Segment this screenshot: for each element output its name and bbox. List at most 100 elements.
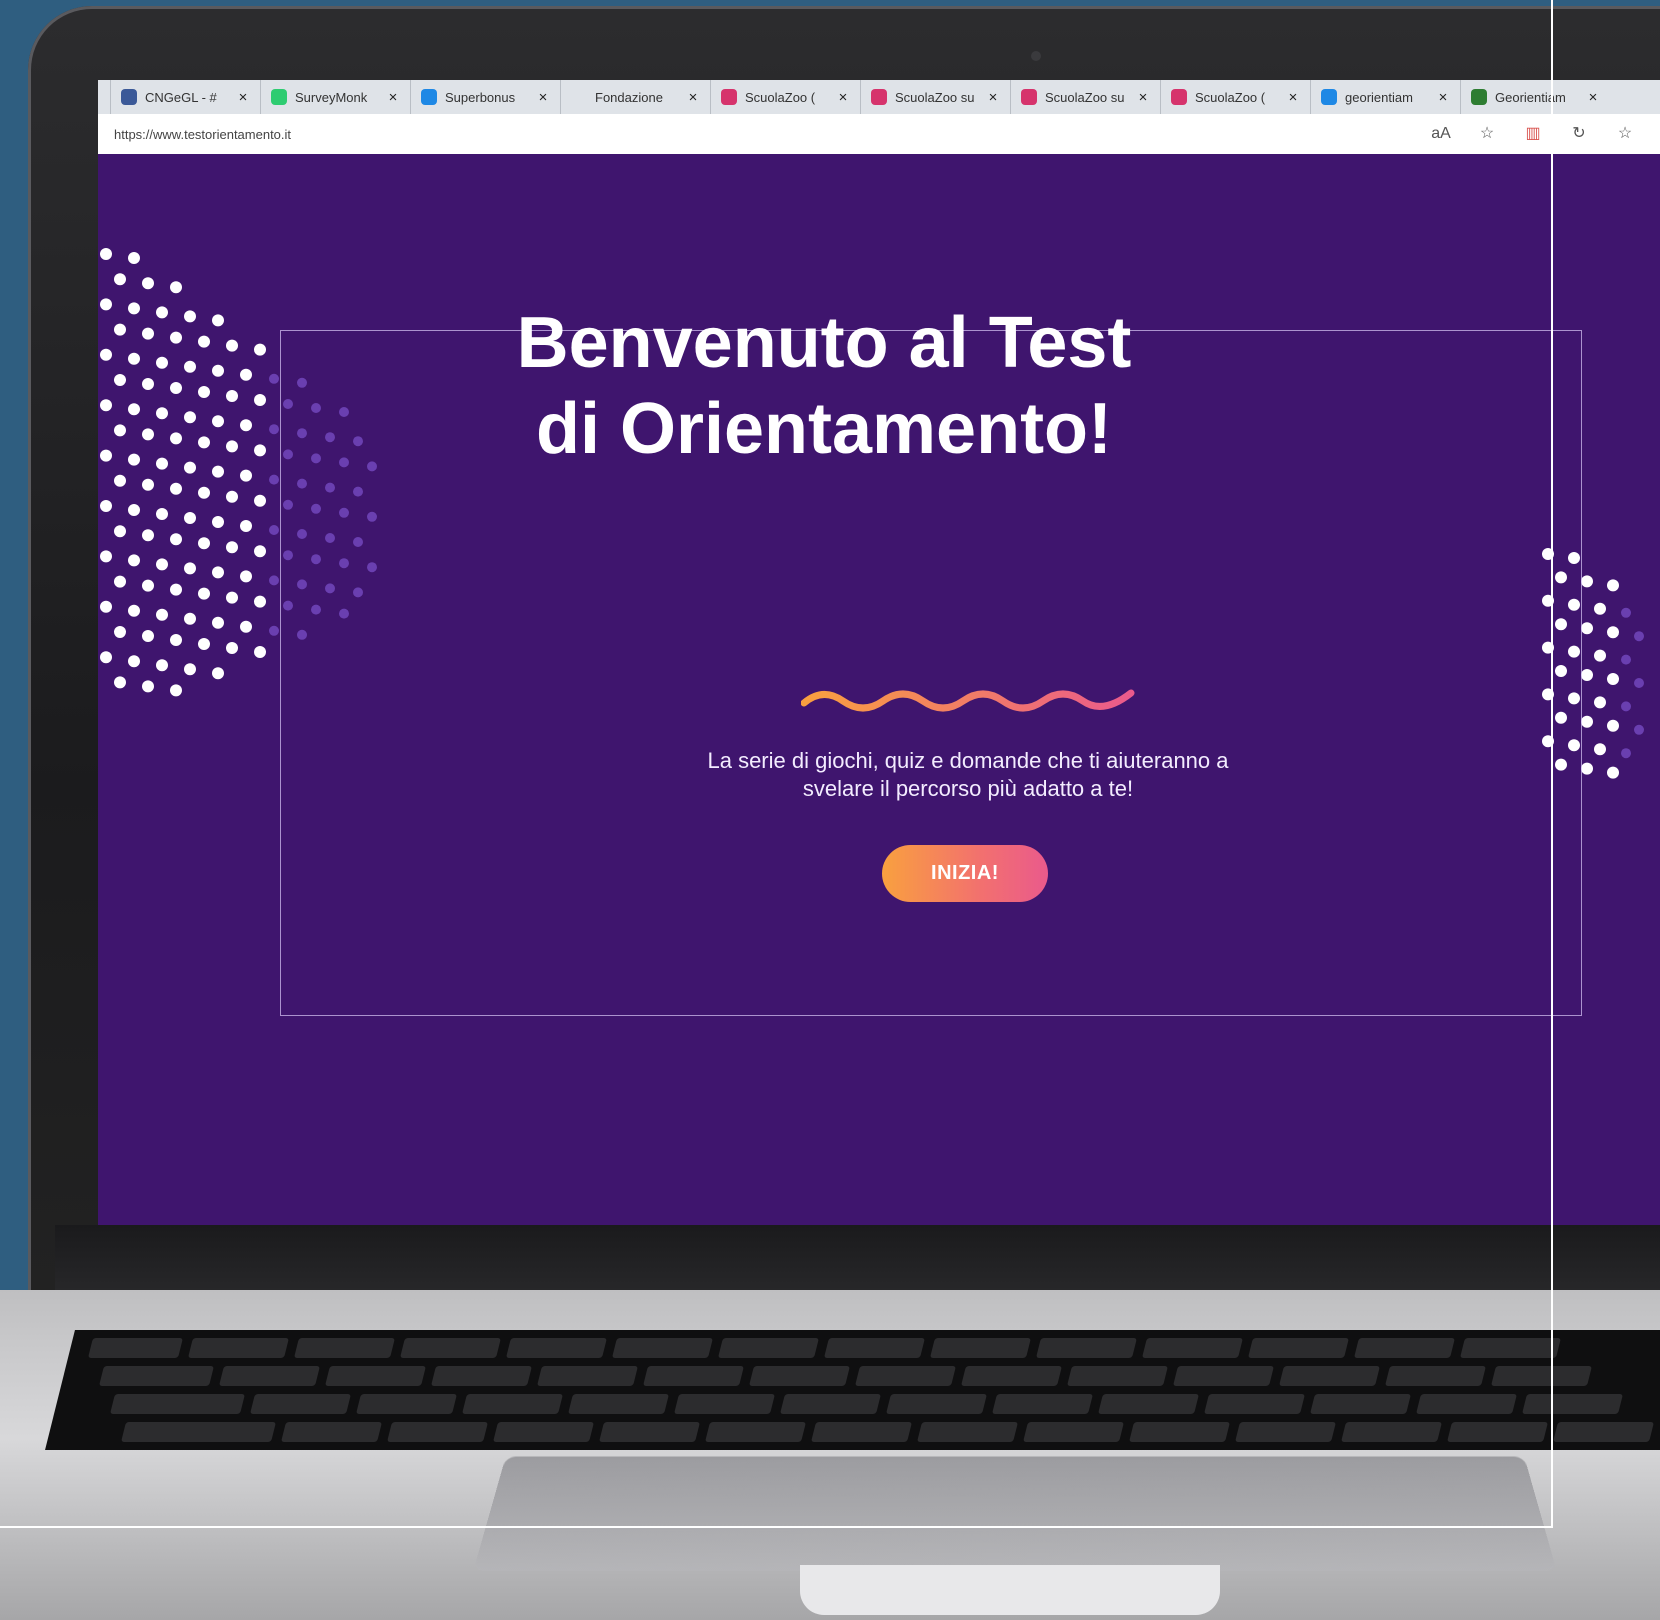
tab-title: ScuolaZoo (	[745, 89, 816, 105]
keyboard-key	[493, 1422, 595, 1442]
keyboard-key	[917, 1422, 1019, 1442]
keyboard-key	[281, 1422, 383, 1442]
decor-dot	[226, 642, 238, 654]
browser-tab[interactable]: ScuolaZoo su ×	[860, 80, 1010, 114]
keyboard-key	[611, 1338, 713, 1358]
instagram-icon	[871, 89, 887, 105]
browser-tab[interactable]: Fondazione ×	[560, 80, 710, 114]
subtitle-line-2: svelare il percorso più adatto a te!	[802, 776, 1134, 801]
keyboard-key	[674, 1394, 776, 1414]
decor-dot	[212, 616, 224, 629]
browser-tab[interactable]: ScuolaZoo (×	[1160, 80, 1310, 114]
close-tab-icon[interactable]: ×	[1284, 89, 1302, 106]
decor-dot	[226, 541, 238, 554]
keyboard-key	[1384, 1366, 1486, 1386]
decor-dot	[170, 583, 182, 596]
extension-icon[interactable]: ▥	[1522, 123, 1544, 145]
decor-dot	[226, 490, 238, 503]
decor-dot	[128, 655, 140, 668]
decor-dot	[1634, 724, 1644, 735]
close-tab-icon[interactable]: ×	[1584, 89, 1602, 106]
browser-tab[interactable]: Georientiam ×	[1460, 80, 1610, 114]
decor-dot	[254, 545, 266, 558]
decor-dot	[156, 608, 168, 621]
keyboard-row	[87, 1338, 1561, 1360]
bing-icon	[1321, 89, 1337, 105]
decor-dot	[1581, 762, 1593, 775]
keyboard-key	[98, 1366, 214, 1386]
decor-dot	[142, 630, 154, 642]
read-aloud-icon[interactable]: aA	[1430, 123, 1452, 145]
decor-dot	[128, 604, 140, 617]
decor-dot	[100, 500, 112, 512]
decor-dot	[1621, 701, 1631, 712]
decor-dot	[156, 558, 168, 571]
decor-dot	[198, 537, 210, 550]
page-subtitle: La serie di giochi, quiz e domande che t…	[620, 747, 1316, 803]
decor-dot	[100, 651, 112, 664]
decor-dot	[170, 482, 182, 495]
decor-dot	[254, 494, 266, 507]
decor-dot	[142, 277, 154, 290]
keyboard-key	[568, 1394, 670, 1414]
tab-title: Fondazione	[595, 89, 663, 105]
close-tab-icon[interactable]: ×	[234, 89, 252, 106]
close-tab-icon[interactable]: ×	[384, 89, 402, 106]
title-line-1: Benvenuto al Test	[516, 303, 1132, 383]
browser-window: CNGeGL - # × SurveyMonk × Superbonus × Fondazi…	[98, 80, 1660, 1225]
start-button[interactable]: INIZIA!	[882, 845, 1048, 902]
decor-dot	[226, 591, 238, 604]
browser-tab[interactable]: CNGeGL - # ×	[110, 80, 260, 114]
decor-dot	[198, 486, 210, 499]
keyboard-key	[1066, 1366, 1168, 1386]
decor-dot	[1621, 748, 1631, 759]
keyboard-row	[121, 1422, 1655, 1444]
decor-dot	[240, 520, 252, 532]
decor-dot	[269, 625, 279, 636]
keyboard-key	[1522, 1394, 1624, 1414]
keyboard-key	[886, 1394, 988, 1414]
browser-tab[interactable]: ScuolaZoo ( ×	[710, 80, 860, 114]
keyboard-key	[1490, 1366, 1592, 1386]
browser-tab[interactable]: georientiam ×	[1310, 80, 1460, 114]
decor-dot	[184, 663, 196, 676]
decor-dot	[1634, 631, 1644, 642]
keyboard-key	[1416, 1394, 1518, 1414]
decor-dot	[114, 575, 126, 588]
keyboard-key	[218, 1366, 320, 1386]
keyboard-key	[705, 1422, 807, 1442]
decor-dot	[170, 281, 182, 294]
browser-tab[interactable]: SurveyMonk ×	[260, 80, 410, 114]
browser-tab[interactable]: Superbonus ×	[410, 80, 560, 114]
tab-title: SurveyMonk	[295, 89, 368, 105]
close-tab-icon[interactable]: ×	[834, 89, 852, 106]
tab-title: ScuolaZoo su	[1045, 89, 1125, 105]
decor-dot	[114, 474, 126, 487]
refresh-icon[interactable]: ↻	[1568, 123, 1590, 145]
close-tab-icon[interactable]: ×	[1434, 89, 1452, 106]
decor-dot	[100, 600, 112, 613]
url-field[interactable]: https://www.testorientamento.it	[114, 127, 1430, 142]
trackpad	[473, 1456, 1557, 1571]
close-tab-icon[interactable]: ×	[534, 89, 552, 106]
decor-dot	[254, 595, 266, 608]
decor-dot	[269, 575, 279, 586]
tab-title: CNGeGL - #	[145, 89, 217, 105]
keyboard	[45, 1330, 1660, 1450]
close-tab-icon[interactable]: ×	[1134, 89, 1152, 106]
browser-tab[interactable]: ScuolaZoo su ×	[1010, 80, 1160, 114]
decor-dot	[100, 550, 112, 563]
close-tab-icon[interactable]: ×	[684, 89, 702, 106]
tab-title: Georientiam	[1495, 89, 1566, 105]
decor-dot	[156, 659, 168, 672]
address-bar: https://www.testorientamento.it aA ☆ ▥ ↻…	[98, 114, 1660, 155]
favorite-star-icon[interactable]: ☆	[1476, 123, 1498, 145]
close-tab-icon[interactable]: ×	[984, 89, 1002, 106]
keyboard-key	[356, 1394, 458, 1414]
decor-dot	[142, 478, 154, 491]
collections-icon[interactable]: ☆	[1614, 123, 1636, 145]
decor-dot	[1607, 719, 1619, 732]
decor-dot	[142, 579, 154, 592]
instagram-icon	[721, 89, 737, 105]
decor-dot	[1621, 607, 1631, 618]
